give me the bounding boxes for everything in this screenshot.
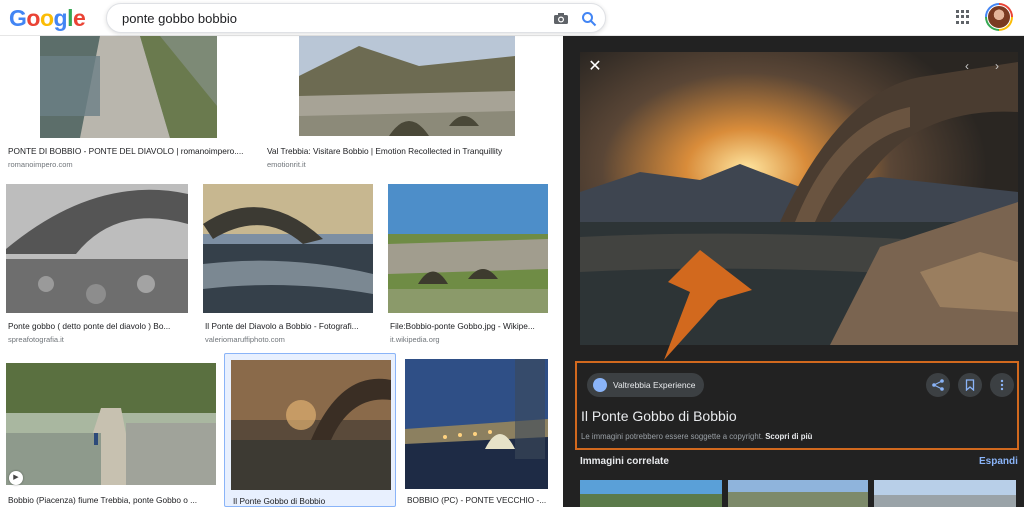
more-vert-icon	[1000, 379, 1004, 391]
top-bar: Google	[0, 0, 1024, 36]
logo-letter: o	[26, 5, 40, 31]
result-caption[interactable]: File:Bobbio-ponte Gobbo.jpg - Wikipe...	[390, 321, 548, 331]
close-icon[interactable]: ✕	[585, 57, 605, 77]
result-card[interactable]: File:Bobbio-ponte Gobbo.jpg - Wikipe... …	[388, 184, 548, 348]
image-preview-panel: ✕ ‹ › Valtrebbia Experience Il Ponte Gob…	[563, 36, 1024, 507]
google-logo[interactable]: Google	[9, 5, 86, 32]
related-thumbnail[interactable]	[728, 480, 868, 507]
avatar[interactable]	[985, 3, 1013, 31]
result-card[interactable]: PONTE DI BOBBIO - PONTE DEL DIAVOLO | ro…	[6, 36, 249, 174]
result-caption[interactable]: PONTE DI BOBBIO - PONTE DEL DIAVOLO | ro…	[8, 146, 248, 156]
result-source: it.wikipedia.org	[390, 335, 440, 344]
globe-icon	[593, 378, 607, 392]
more-options-button[interactable]	[990, 373, 1014, 397]
result-caption[interactable]: Il Ponte del Diavolo a Bobbio - Fotograf…	[205, 321, 373, 331]
result-source: romanoimpero.com	[8, 160, 73, 169]
save-button[interactable]	[958, 373, 982, 397]
result-thumbnail[interactable]	[231, 360, 391, 490]
result-card[interactable]: Val Trebbia: Visitare Bobbio | Emotion R…	[265, 36, 549, 174]
expand-link[interactable]: Espandi	[979, 456, 1018, 467]
logo-letter: g	[53, 5, 68, 31]
result-thumbnail[interactable]	[405, 359, 548, 489]
result-caption[interactable]: Ponte gobbo ( detto ponte del diavolo ) …	[8, 321, 188, 331]
result-source: valeriomaruffiphoto.com	[205, 335, 285, 344]
result-card[interactable]: ▶ Bobbio (Piacenza) fiume Trebbia, ponte…	[6, 363, 216, 507]
logo-letter: e	[72, 5, 86, 31]
copyright-note: Le immagini potrebbero essere soggette a…	[581, 432, 812, 441]
result-card[interactable]: Il Ponte del Diavolo a Bobbio - Fotograf…	[203, 184, 373, 348]
result-caption[interactable]: Il Ponte Gobbo di Bobbio	[233, 496, 393, 506]
result-thumbnail[interactable]	[388, 184, 548, 313]
result-thumbnail[interactable]	[299, 36, 515, 136]
camera-icon[interactable]	[553, 12, 569, 25]
result-source: spreafotografia.it	[8, 335, 64, 344]
result-card[interactable]: Ponte gobbo ( detto ponte del diavolo ) …	[6, 184, 188, 348]
preview-image[interactable]	[580, 52, 1018, 345]
image-info-box: Valtrebbia Experience Il Ponte Gobbo di …	[575, 361, 1019, 450]
result-card[interactable]: BOBBIO (PC) - PONTE VECCHIO -...	[405, 359, 548, 507]
result-caption[interactable]: Val Trebbia: Visitare Bobbio | Emotion R…	[267, 146, 549, 156]
result-thumbnail[interactable]	[203, 184, 373, 313]
copyright-text: Le immagini potrebbero essere soggette a…	[581, 432, 764, 441]
related-images-heading: Immagini correlate	[580, 456, 669, 467]
search-input[interactable]	[122, 11, 522, 26]
source-chip[interactable]: Valtrebbia Experience	[587, 373, 704, 397]
source-chip-label: Valtrebbia Experience	[613, 380, 696, 390]
result-caption[interactable]: BOBBIO (PC) - PONTE VECCHIO -...	[407, 495, 548, 505]
image-results-grid: PONTE DI BOBBIO - PONTE DEL DIAVOLO | ro…	[0, 36, 563, 507]
share-icon	[932, 379, 944, 391]
apps-grid-icon[interactable]	[956, 10, 970, 24]
logo-letter: o	[39, 5, 54, 31]
logo-letter: G	[9, 5, 27, 31]
selected-result-card[interactable]: Il Ponte Gobbo di Bobbio	[224, 353, 396, 507]
share-button[interactable]	[926, 373, 950, 397]
chevron-right-icon[interactable]: ›	[995, 59, 999, 73]
result-thumbnail[interactable]	[6, 184, 188, 313]
result-source: emotionrit.it	[267, 160, 306, 169]
learn-more-link[interactable]: Scopri di più	[765, 432, 812, 441]
result-thumbnail[interactable]	[6, 363, 216, 485]
related-thumbnail[interactable]	[874, 480, 1016, 507]
related-thumbnail[interactable]	[580, 480, 722, 507]
result-thumbnail[interactable]	[40, 36, 217, 138]
preview-title[interactable]: Il Ponte Gobbo di Bobbio	[581, 408, 737, 424]
search-box	[106, 3, 606, 33]
result-caption[interactable]: Bobbio (Piacenza) fiume Trebbia, ponte G…	[8, 495, 216, 505]
play-icon: ▶	[9, 471, 23, 485]
search-icon[interactable]	[581, 11, 597, 27]
bookmark-icon	[965, 379, 975, 391]
chevron-left-icon[interactable]: ‹	[965, 59, 969, 73]
